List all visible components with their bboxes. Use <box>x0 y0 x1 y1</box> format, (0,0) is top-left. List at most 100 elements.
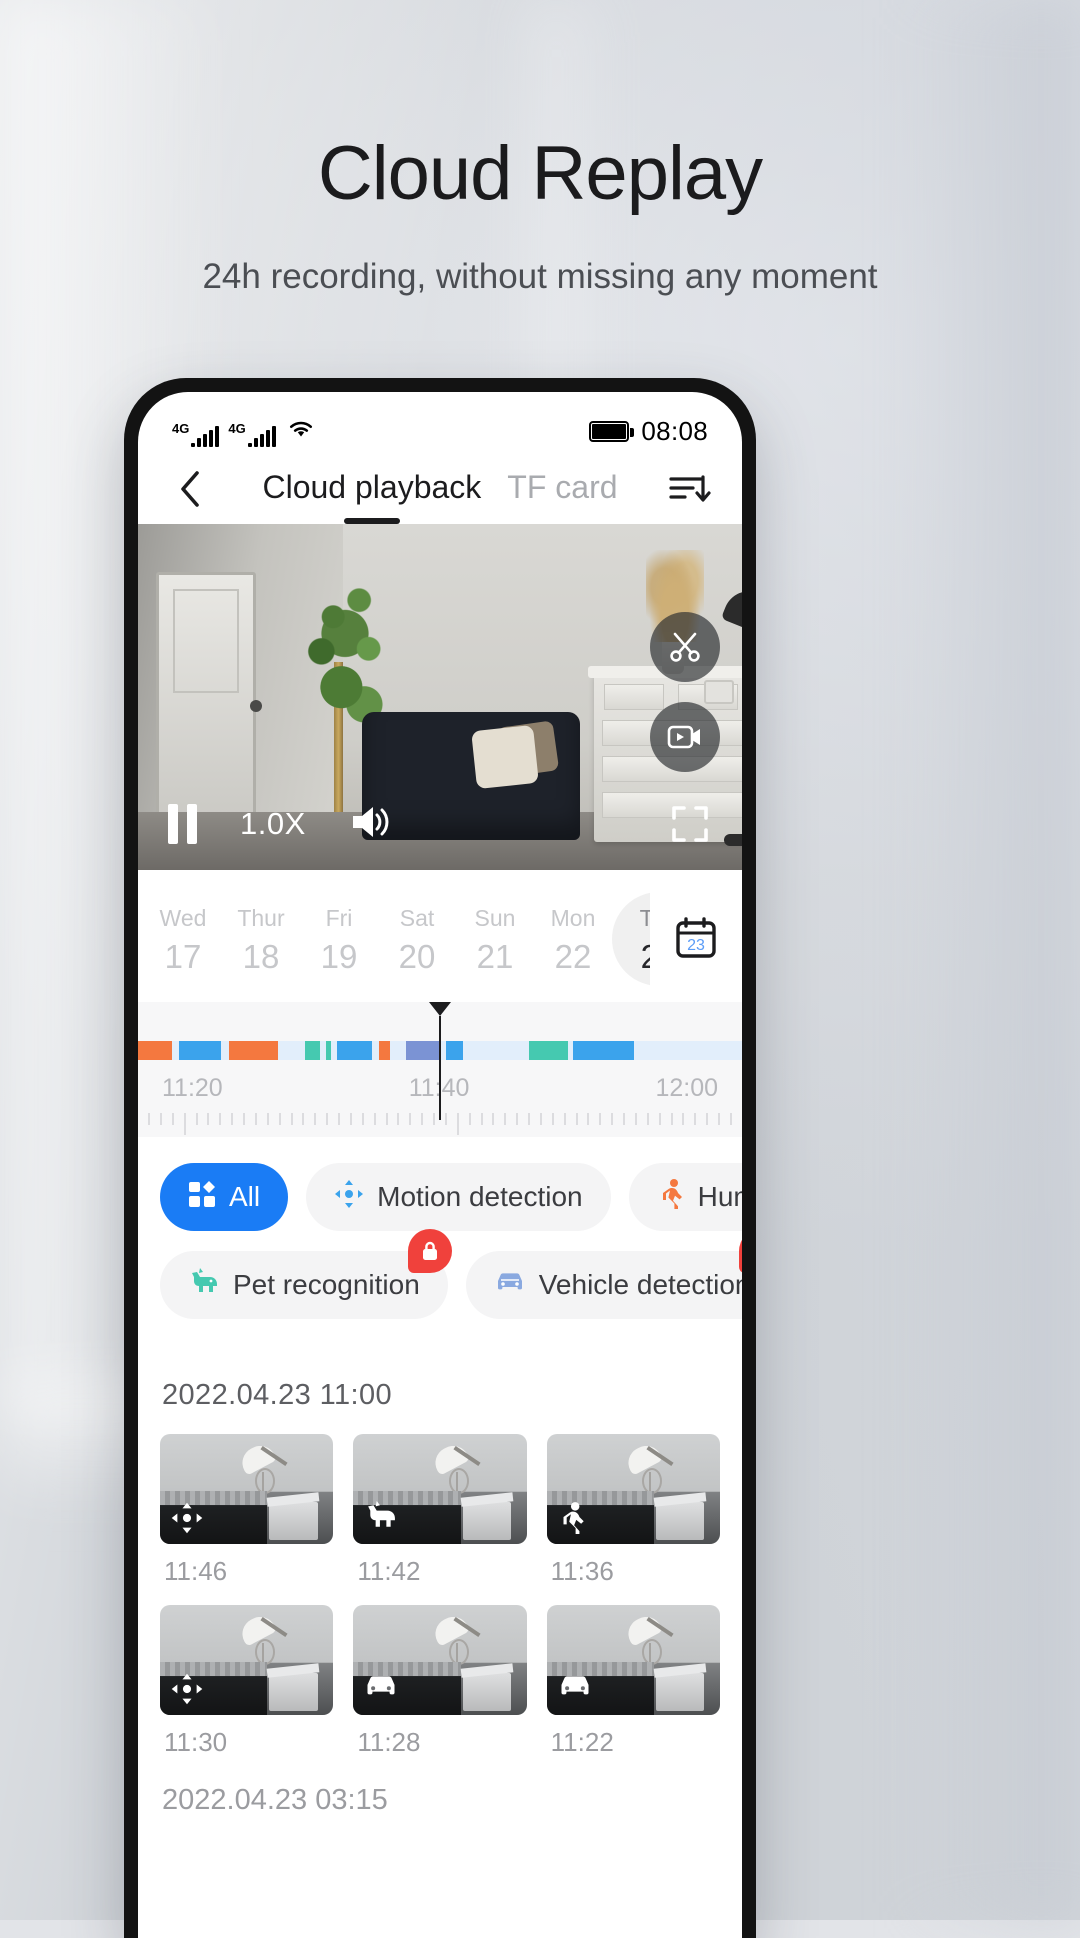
event-item[interactable]: 11:46 <box>160 1434 334 1587</box>
filter-chip-vehicle-detection[interactable]: Vehicle detection <box>465 1229 742 1319</box>
event-thumbnail[interactable] <box>160 1605 334 1715</box>
date-item[interactable]: Sun 21 <box>456 901 534 977</box>
pet-icon <box>363 1501 397 1535</box>
timeline[interactable]: 11:20 11:40 12:00 <box>138 1002 742 1137</box>
human-icon <box>557 1501 591 1535</box>
phone-mockup: 4G 4G 08:08 Cloud playback TF card 1.0X … <box>124 378 756 1938</box>
sort-descending-icon[interactable] <box>666 466 712 512</box>
date-selector: Wed 17 Thur 18 Fri 19 Sat 20 Sun 21 Mon … <box>138 870 742 1002</box>
human-icon <box>657 1178 685 1217</box>
video-player[interactable]: 1.0X <box>138 524 742 870</box>
event-thumbnail[interactable] <box>353 1434 527 1544</box>
clip-button[interactable] <box>650 612 720 682</box>
chevron-left-icon <box>181 471 199 507</box>
playhead-marker <box>429 1002 451 1120</box>
date-item[interactable]: Mon 22 <box>534 901 612 977</box>
event-item[interactable]: 11:28 <box>353 1605 527 1758</box>
event-thumbnail[interactable] <box>353 1605 527 1715</box>
wifi-icon <box>285 415 317 446</box>
date-item[interactable]: Thur 18 <box>222 901 300 977</box>
lock-icon <box>422 1241 437 1260</box>
date-list[interactable]: Wed 17 Thur 18 Fri 19 Sat 20 Sun 21 Mon … <box>138 892 650 986</box>
fullscreen-button[interactable] <box>668 802 712 846</box>
tab-cloud-playback[interactable]: Cloud playback <box>262 469 481 510</box>
event-time: 11:30 <box>164 1727 228 1757</box>
svg-text:23: 23 <box>687 937 705 954</box>
motion-icon <box>334 1179 364 1216</box>
network-type-2: 4G <box>228 421 246 436</box>
event-item[interactable]: 11:42 <box>353 1434 527 1587</box>
door-knob <box>250 700 262 712</box>
car-icon <box>363 1672 397 1706</box>
date-day: 17 <box>164 937 202 975</box>
event-time: 11:28 <box>357 1727 421 1757</box>
event-item[interactable]: 11:22 <box>546 1605 720 1758</box>
signal-bars-2 <box>247 426 276 447</box>
filter-chip-label: All <box>229 1181 261 1212</box>
date-weekday: Fri <box>325 905 353 932</box>
date-item[interactable]: Fri 19 <box>300 901 378 977</box>
date-item[interactable]: Wed 17 <box>144 901 222 977</box>
signal-bars-1 <box>191 426 220 447</box>
back-button[interactable] <box>168 467 212 511</box>
network-type-1: 4G <box>172 421 190 436</box>
player-controls: 1.0X <box>138 778 742 870</box>
date-weekday: Mon <box>550 905 596 932</box>
filter-chip-label: Pet recognition <box>233 1269 420 1300</box>
tab-bar: Cloud playback TF card <box>138 469 742 510</box>
date-day: 23 <box>640 937 650 975</box>
record-button[interactable] <box>650 702 720 772</box>
video-record-icon <box>667 725 700 749</box>
filter-chip-label: Vehicle detection <box>538 1269 742 1300</box>
event-time: 11:22 <box>550 1727 614 1757</box>
filter-chip-human-detection[interactable]: Human detection <box>628 1163 742 1231</box>
lock-badge <box>738 1229 742 1273</box>
volume-button[interactable] <box>348 802 392 847</box>
calendar-button[interactable]: 23 <box>650 916 742 962</box>
event-time: 11:36 <box>550 1556 614 1586</box>
motion-icon <box>170 1501 204 1535</box>
event-item[interactable]: 11:36 <box>546 1434 720 1587</box>
date-weekday: Tue <box>639 905 650 932</box>
motion-icon <box>170 1672 204 1706</box>
grid-icon <box>188 1180 216 1215</box>
event-thumbnail[interactable] <box>160 1434 334 1544</box>
timeline-label-right: 12:00 <box>655 1074 718 1102</box>
status-clock: 08:08 <box>641 415 708 446</box>
filter-chip-pet-recognition[interactable]: Pet recognition <box>160 1229 452 1319</box>
status-bar-right: 08:08 <box>589 416 708 447</box>
car-icon <box>557 1672 591 1706</box>
page-title: Cloud Replay <box>317 131 763 216</box>
event-item[interactable]: 11:30 <box>160 1605 334 1758</box>
date-weekday: Wed <box>159 905 207 932</box>
filter-chip-label: Human detection <box>697 1181 742 1212</box>
pause-button[interactable] <box>168 804 198 844</box>
event-thumbnail[interactable] <box>546 1605 720 1715</box>
fullscreen-icon <box>672 806 708 842</box>
date-item-selected[interactable]: Tue 23 <box>612 892 650 986</box>
event-group-title: 2022.04.23 11:00 <box>162 1379 393 1411</box>
filter-chip-group: All Motion detection Human detection <box>138 1137 742 1345</box>
wall-switch <box>704 680 734 704</box>
status-bar: 4G 4G 08:08 <box>138 392 742 454</box>
filter-chip-all[interactable]: All <box>160 1163 289 1231</box>
battery-full-icon <box>589 420 635 442</box>
date-day: 21 <box>476 937 514 975</box>
filter-chip-motion-detection[interactable]: Motion detection <box>306 1163 611 1231</box>
filter-chip-row-2: Pet recognition Vehicle detection <box>160 1229 742 1319</box>
event-thumbnail[interactable] <box>546 1434 720 1544</box>
event-group-title-next: 2022.04.23 03:15 <box>162 1784 388 1816</box>
scissors-icon <box>670 632 700 662</box>
nav-bar: Cloud playback TF card <box>138 454 742 524</box>
date-weekday: Sat <box>399 905 435 932</box>
signal-1: 4G <box>172 421 220 447</box>
date-day: 18 <box>242 937 280 975</box>
date-item[interactable]: Sat 20 <box>378 901 456 977</box>
promo-text-block: Cloud Replay 24h recording, without miss… <box>0 130 1080 300</box>
timeline-label-left: 11:20 <box>162 1074 223 1102</box>
page-subtitle: 24h recording, without missing any momen… <box>202 257 878 296</box>
playback-speed-label[interactable]: 1.0X <box>240 806 306 842</box>
filter-chip-row-1: All Motion detection Human detection <box>160 1163 742 1231</box>
tab-tf-card[interactable]: TF card <box>507 469 617 510</box>
pet-icon <box>188 1267 220 1303</box>
